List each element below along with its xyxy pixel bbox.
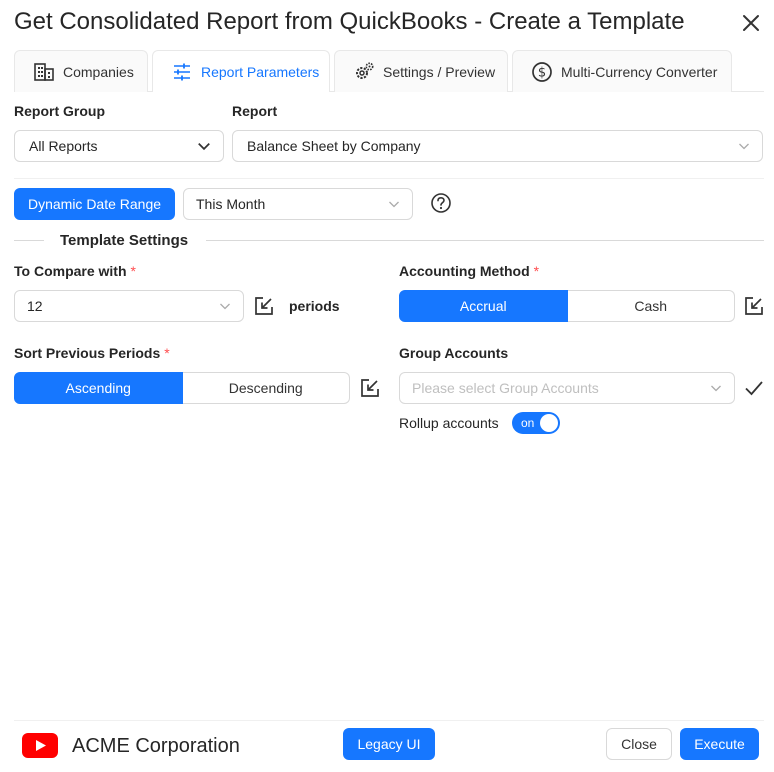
compare-periods-select[interactable]: 12	[14, 290, 244, 322]
company-name: ACME Corporation	[72, 735, 240, 757]
tab-bar: Companies Report Parameters Settings / P…	[14, 50, 764, 93]
execute-button[interactable]: Execute	[680, 728, 759, 760]
report-group-select[interactable]: All Reports	[14, 130, 224, 162]
edit-icon[interactable]	[360, 378, 380, 398]
youtube-icon[interactable]	[22, 733, 58, 758]
rollup-accounts-label: Rollup accounts	[399, 415, 499, 431]
section-divider	[14, 178, 764, 179]
compare-label: To Compare with *	[14, 263, 136, 279]
edit-icon[interactable]	[744, 296, 764, 316]
tab-label: Multi-Currency Converter	[561, 63, 718, 80]
toggle-text: on	[521, 416, 535, 430]
chevron-down-icon	[220, 303, 230, 310]
accounting-method-label-text: Accounting Method	[399, 263, 530, 279]
accrual-option[interactable]: Accrual	[399, 290, 568, 322]
chevron-down-icon	[739, 143, 749, 150]
edit-icon[interactable]	[254, 296, 274, 316]
dynamic-date-range-button[interactable]: Dynamic Date Range	[14, 188, 175, 220]
required-mark: *	[164, 345, 170, 361]
rollup-accounts-toggle[interactable]: on	[512, 412, 560, 434]
report-value: Balance Sheet by Company	[247, 138, 421, 154]
building-icon	[33, 61, 55, 83]
group-accounts-placeholder: Please select Group Accounts	[412, 380, 599, 396]
date-range-value: This Month	[196, 196, 266, 212]
tab-settings-preview[interactable]: Settings / Preview	[334, 50, 508, 92]
tab-label: Report Parameters	[201, 63, 320, 80]
sliders-icon	[171, 61, 193, 83]
report-group-value: All Reports	[29, 138, 98, 154]
ascending-option[interactable]: Ascending	[14, 372, 183, 404]
close-button[interactable]: Close	[606, 728, 672, 760]
report-select[interactable]: Balance Sheet by Company	[232, 130, 763, 162]
tab-multi-currency-converter[interactable]: $ Multi-Currency Converter	[512, 50, 732, 92]
tab-label: Settings / Preview	[383, 63, 496, 80]
tab-report-parameters[interactable]: Report Parameters	[152, 50, 330, 93]
compare-periods-value: 12	[27, 298, 43, 314]
accounting-method-segmented: Accrual Cash	[399, 290, 735, 322]
compare-label-text: To Compare with	[14, 263, 127, 279]
date-range-select[interactable]: This Month	[183, 188, 413, 220]
dialog-footer: ACME Corporation Legacy UI Close Execute	[0, 720, 774, 772]
cash-option[interactable]: Cash	[567, 290, 735, 322]
template-settings-heading: Template Settings	[60, 232, 189, 249]
legacy-ui-button[interactable]: Legacy UI	[343, 728, 435, 760]
svg-text:$: $	[538, 65, 546, 80]
footer-divider	[14, 720, 764, 721]
group-accounts-label: Group Accounts	[399, 345, 509, 361]
required-mark: *	[533, 263, 540, 279]
toggle-knob	[540, 414, 558, 432]
dialog-title: Get Consolidated Report from QuickBooks …	[14, 8, 685, 35]
sort-periods-label-text: Sort Previous Periods	[14, 345, 161, 361]
template-settings-divider-left	[14, 240, 44, 241]
help-icon[interactable]	[430, 192, 452, 214]
template-settings-divider-right	[206, 240, 764, 241]
gears-icon	[353, 61, 375, 83]
group-accounts-select[interactable]: Please select Group Accounts	[399, 372, 735, 404]
required-mark: *	[130, 263, 136, 279]
chevron-down-icon	[198, 143, 210, 151]
report-group-label: Report Group	[14, 103, 105, 119]
close-icon[interactable]	[740, 12, 762, 34]
descending-option[interactable]: Descending	[182, 372, 350, 404]
periods-suffix: periods	[289, 298, 340, 314]
sort-periods-segmented: Ascending Descending	[14, 372, 350, 404]
sort-periods-label: Sort Previous Periods *	[14, 345, 170, 361]
chevron-down-icon	[389, 201, 399, 208]
accounting-method-label: Accounting Method *	[399, 263, 539, 279]
report-label: Report	[232, 103, 278, 119]
dialog-title-bar: Get Consolidated Report from QuickBooks …	[14, 6, 764, 40]
chevron-down-icon	[711, 385, 721, 392]
tab-companies[interactable]: Companies	[14, 50, 148, 92]
check-icon[interactable]	[744, 378, 764, 398]
dollar-circle-icon: $	[531, 61, 553, 83]
tab-label: Companies	[63, 63, 134, 80]
